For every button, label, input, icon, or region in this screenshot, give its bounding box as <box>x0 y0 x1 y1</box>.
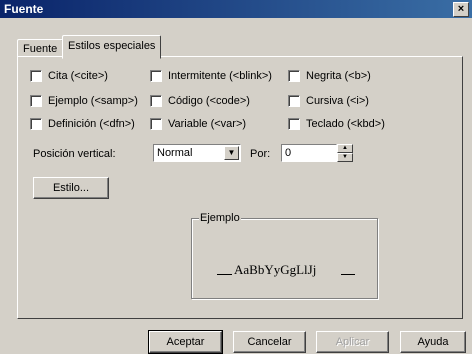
checkbox-box[interactable] <box>30 95 42 107</box>
checkbox-box[interactable] <box>30 70 42 82</box>
checkbox-label: Intermitente (<blink>) <box>168 70 272 82</box>
example-label: Ejemplo <box>199 212 241 224</box>
spin-down-icon[interactable]: ▼ <box>337 153 353 162</box>
por-label: Por: <box>250 148 271 160</box>
posicion-vertical-label: Posición vertical: <box>33 148 116 160</box>
font-dialog: Fuente × Fuente Estilos especiales Cita … <box>0 0 472 354</box>
checkbox-box[interactable] <box>150 95 162 107</box>
checkbox-box[interactable] <box>288 70 300 82</box>
por-spinner[interactable]: ▲ ▼ <box>337 144 353 162</box>
checkbox-teclado[interactable]: Teclado (<kbd>) <box>288 117 385 131</box>
checkbox-label: Cursiva (<i>) <box>306 95 369 107</box>
checkbox-label: Definición (<dfn>) <box>48 118 135 130</box>
tab-fuente-label: Fuente <box>23 43 58 55</box>
window-title: Fuente <box>4 2 44 16</box>
aceptar-label: Aceptar <box>166 336 205 348</box>
spin-up-icon[interactable]: ▲ <box>337 144 353 153</box>
example-sample-text: AaBbYyGgLlJj <box>234 262 317 277</box>
checkbox-box[interactable] <box>288 95 300 107</box>
estilo-button[interactable]: Estilo... <box>33 177 109 199</box>
tab-estilos-especiales[interactable]: Estilos especiales <box>62 35 162 59</box>
aplicar-label: Aplicar <box>335 336 370 348</box>
por-value: 0 <box>285 147 292 159</box>
close-button[interactable]: × <box>453 2 469 17</box>
checkbox-label: Teclado (<kbd>) <box>306 118 385 130</box>
checkbox-box[interactable] <box>150 118 162 130</box>
checkbox-box[interactable] <box>150 70 162 82</box>
checkbox-label: Negrita (<b>) <box>306 70 371 82</box>
checkbox-label: Ejemplo (<samp>) <box>48 95 138 107</box>
estilo-button-label: Estilo... <box>52 182 90 194</box>
cancelar-label: Cancelar <box>247 336 292 348</box>
checkbox-ejemplo[interactable]: Ejemplo (<samp>) <box>30 94 138 108</box>
chevron-down-icon[interactable]: ▼ <box>224 146 239 160</box>
checkbox-label: Cita (<cite>) <box>48 70 108 82</box>
checkbox-variable[interactable]: Variable (<var>) <box>150 117 246 131</box>
posicion-vertical-value: Normal <box>157 147 193 159</box>
tab-estilos-label: Estilos especiales <box>68 40 156 52</box>
sample-line-left <box>217 274 232 275</box>
posicion-vertical-select[interactable]: Normal ▼ <box>153 144 241 162</box>
por-input[interactable]: 0 <box>281 144 337 162</box>
checkbox-codigo[interactable]: Código (<code>) <box>150 94 250 108</box>
aplicar-button[interactable]: Aplicar <box>316 331 389 353</box>
checkbox-intermitente[interactable]: Intermitente (<blink>) <box>150 69 272 83</box>
aceptar-button[interactable]: Aceptar <box>148 330 223 354</box>
checkbox-label: Código (<code>) <box>168 95 250 107</box>
checkbox-box[interactable] <box>30 118 42 130</box>
checkbox-box[interactable] <box>288 118 300 130</box>
checkbox-negrita[interactable]: Negrita (<b>) <box>288 69 371 83</box>
checkbox-definicion[interactable]: Definición (<dfn>) <box>30 117 135 131</box>
sample-line-right <box>341 274 355 275</box>
checkbox-label: Variable (<var>) <box>168 118 247 130</box>
cancelar-button[interactable]: Cancelar <box>233 331 306 353</box>
ayuda-button[interactable]: Ayuda <box>400 331 466 353</box>
checkbox-cita[interactable]: Cita (<cite>) <box>30 69 108 83</box>
example-groupbox <box>191 218 378 299</box>
checkbox-cursiva[interactable]: Cursiva (<i>) <box>288 94 369 108</box>
title-bar: Fuente × <box>0 0 472 18</box>
ayuda-label: Ayuda <box>417 336 449 348</box>
